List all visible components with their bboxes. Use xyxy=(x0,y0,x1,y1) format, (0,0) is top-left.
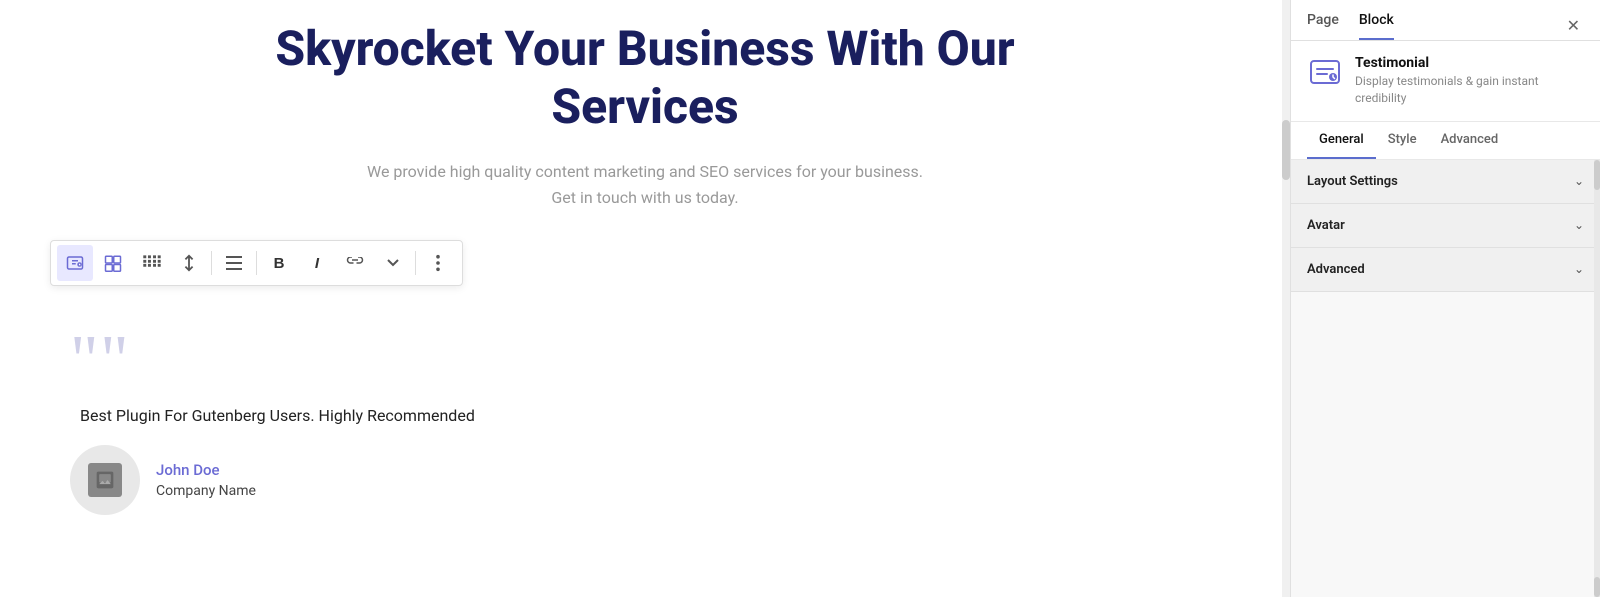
toolbar-divider-1 xyxy=(211,251,212,275)
avatar-icon xyxy=(88,463,122,497)
layout-settings-chevron: ⌄ xyxy=(1574,174,1584,188)
general-sub-tab[interactable]: General xyxy=(1307,122,1376,159)
panel-top: Page Block ✕ xyxy=(1291,0,1600,41)
subtitle-line1: We provide high quality content marketin… xyxy=(367,162,923,181)
block-icon xyxy=(1309,57,1341,89)
layout-settings-header[interactable]: Layout Settings ⌄ xyxy=(1291,160,1600,203)
avatar-section: Avatar ⌄ xyxy=(1291,204,1600,248)
panel-close-button[interactable]: ✕ xyxy=(1563,12,1584,40)
advanced-sub-tab[interactable]: Advanced xyxy=(1429,122,1511,159)
advanced-section: Advanced ⌄ xyxy=(1291,248,1600,292)
avatar-chevron: ⌄ xyxy=(1574,218,1584,232)
page-tab[interactable]: Page xyxy=(1307,12,1339,40)
layout-settings-section: Layout Settings ⌄ xyxy=(1291,160,1600,204)
more-options-button[interactable] xyxy=(420,245,456,281)
testimonial-text: Best Plugin For Gutenberg Users. Highly … xyxy=(80,406,475,425)
sub-tabs: General Style Advanced xyxy=(1291,122,1600,160)
page-title: Skyrocket Your Business With Our Service… xyxy=(245,20,1045,135)
block-toolbar: ⠿⠿ B I xyxy=(50,240,463,286)
testimonial-author: John Doe Company Name xyxy=(70,445,475,515)
bold-icon: B xyxy=(274,255,285,272)
main-scrollbar[interactable] xyxy=(1282,0,1290,597)
page-subtitle: We provide high quality content marketin… xyxy=(367,159,923,210)
align-button[interactable] xyxy=(216,245,252,281)
block-icon-box xyxy=(1307,55,1343,91)
advanced-chevron: ⌄ xyxy=(1574,262,1584,276)
bold-button[interactable]: B xyxy=(261,245,297,281)
author-name: John Doe xyxy=(156,461,256,479)
style-sub-tab[interactable]: Style xyxy=(1376,122,1429,159)
dropdown-button[interactable] xyxy=(375,245,411,281)
author-avatar xyxy=(70,445,140,515)
drag-icon: ⠿⠿ xyxy=(141,253,160,273)
toolbar-divider-2 xyxy=(256,251,257,275)
author-info: John Doe Company Name xyxy=(156,461,256,499)
block-info-title: Testimonial xyxy=(1355,55,1584,71)
panel-scrollbar[interactable] xyxy=(1594,160,1600,597)
panel-scroll-area: Layout Settings ⌄ Avatar ⌄ Advanced ⌄ xyxy=(1291,160,1600,597)
panel-scrollbar-thumb-bottom xyxy=(1594,577,1600,597)
subtitle-line2: Get in touch with us today. xyxy=(551,188,738,207)
testimonial-block-icon-button[interactable] xyxy=(57,245,93,281)
panel-tabs: Page Block xyxy=(1307,12,1394,40)
testimonial-block: " " Best Plugin For Gutenberg Users. Hig… xyxy=(50,316,495,525)
move-up-down-button[interactable] xyxy=(171,245,207,281)
block-info-section: Testimonial Display testimonials & gain … xyxy=(1291,41,1600,122)
add-block-button[interactable] xyxy=(95,245,131,281)
main-content: Skyrocket Your Business With Our Service… xyxy=(0,0,1290,597)
block-info-desc: Display testimonials & gain instant cred… xyxy=(1355,73,1584,107)
main-scrollbar-thumb xyxy=(1282,120,1290,180)
block-info-text: Testimonial Display testimonials & gain … xyxy=(1355,55,1584,107)
avatar-header[interactable]: Avatar ⌄ xyxy=(1291,204,1600,247)
advanced-header[interactable]: Advanced ⌄ xyxy=(1291,248,1600,291)
panel-scrollbar-thumb-top xyxy=(1594,160,1600,190)
author-company: Company Name xyxy=(156,483,256,499)
avatar-title: Avatar xyxy=(1307,218,1345,233)
quote-marks: " " xyxy=(70,326,475,396)
advanced-title: Advanced xyxy=(1307,262,1365,277)
layout-settings-title: Layout Settings xyxy=(1307,174,1398,189)
right-panel: Page Block ✕ Testimonial Display testimo… xyxy=(1290,0,1600,597)
italic-icon: I xyxy=(315,255,319,272)
link-button[interactable] xyxy=(337,245,373,281)
italic-button[interactable]: I xyxy=(299,245,335,281)
toolbar-divider-3 xyxy=(415,251,416,275)
drag-handle-button[interactable]: ⠿⠿ xyxy=(133,245,169,281)
block-tab[interactable]: Block xyxy=(1359,12,1394,40)
